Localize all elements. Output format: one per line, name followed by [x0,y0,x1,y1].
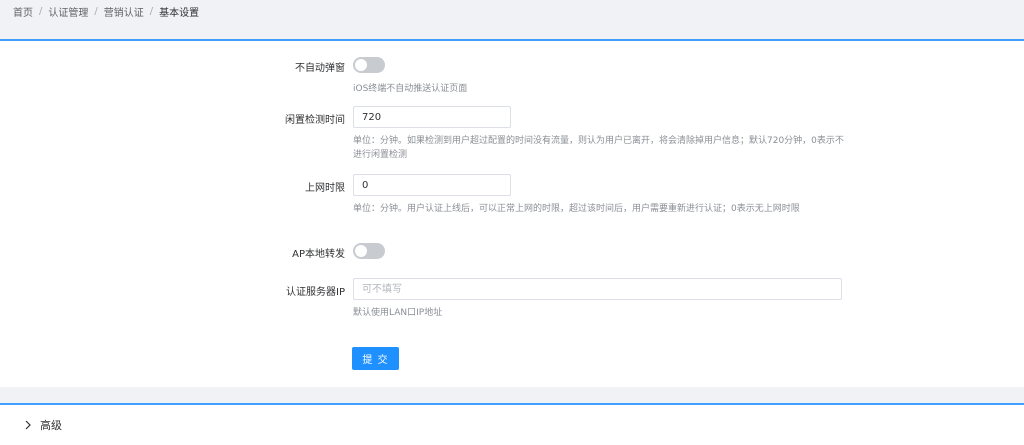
breadcrumb-separator: / [39,5,43,17]
breadcrumb-marketing-auth[interactable]: 营销认证 [104,4,144,19]
basic-settings-panel: 不自动弹窗 iOS终端不自动推送认证页面 闲置检测时间 单位：分钟。如果检测到用… [0,39,1024,387]
advanced-panel: 高级 [0,403,1024,445]
breadcrumb-auth-management[interactable]: 认证管理 [48,4,88,19]
switch-knob [355,59,367,71]
idle-time-input[interactable] [353,106,511,128]
switch-knob [355,245,367,257]
breadcrumb-home[interactable]: 首页 [13,4,33,19]
breadcrumb-basic-settings: 基本设置 [159,7,200,19]
auth-server-ip-input[interactable] [353,278,842,300]
chevron-right-icon [24,419,32,431]
no-popup-switch[interactable] [353,57,385,73]
submit-button[interactable]: 提 交 [352,347,399,370]
auth-server-ip-help: 默认使用LAN口IP地址 [353,308,443,318]
online-limit-label: 上网时限 [305,183,345,194]
auth-server-ip-label: 认证服务器IP [286,287,345,298]
no-popup-help: iOS终端不自动推送认证页面 [353,84,468,94]
online-limit-help: 单位：分钟。用户认证上线后，可以正常上网的时限，超过该时间后，用户需要重新进行认… [353,204,800,214]
online-limit-input[interactable] [353,174,511,196]
breadcrumb-separator: / [149,5,154,17]
breadcrumb: 首页 / 认证管理 / 营销认证 / 基本设置 [13,4,200,19]
ap-forward-switch[interactable] [353,243,385,259]
ap-forward-label: AP本地转发 [292,249,345,260]
advanced-toggle[interactable]: 高级 [24,415,62,435]
advanced-label: 高级 [40,419,62,432]
idle-time-label: 闲置检测时间 [285,115,345,126]
no-popup-label: 不自动弹窗 [295,63,345,74]
idle-time-help: 单位：分钟。如果检测到用户超过配置的时间没有流量，则认为用户已离开，将会清除掉用… [353,136,844,160]
breadcrumb-separator: / [94,5,98,17]
